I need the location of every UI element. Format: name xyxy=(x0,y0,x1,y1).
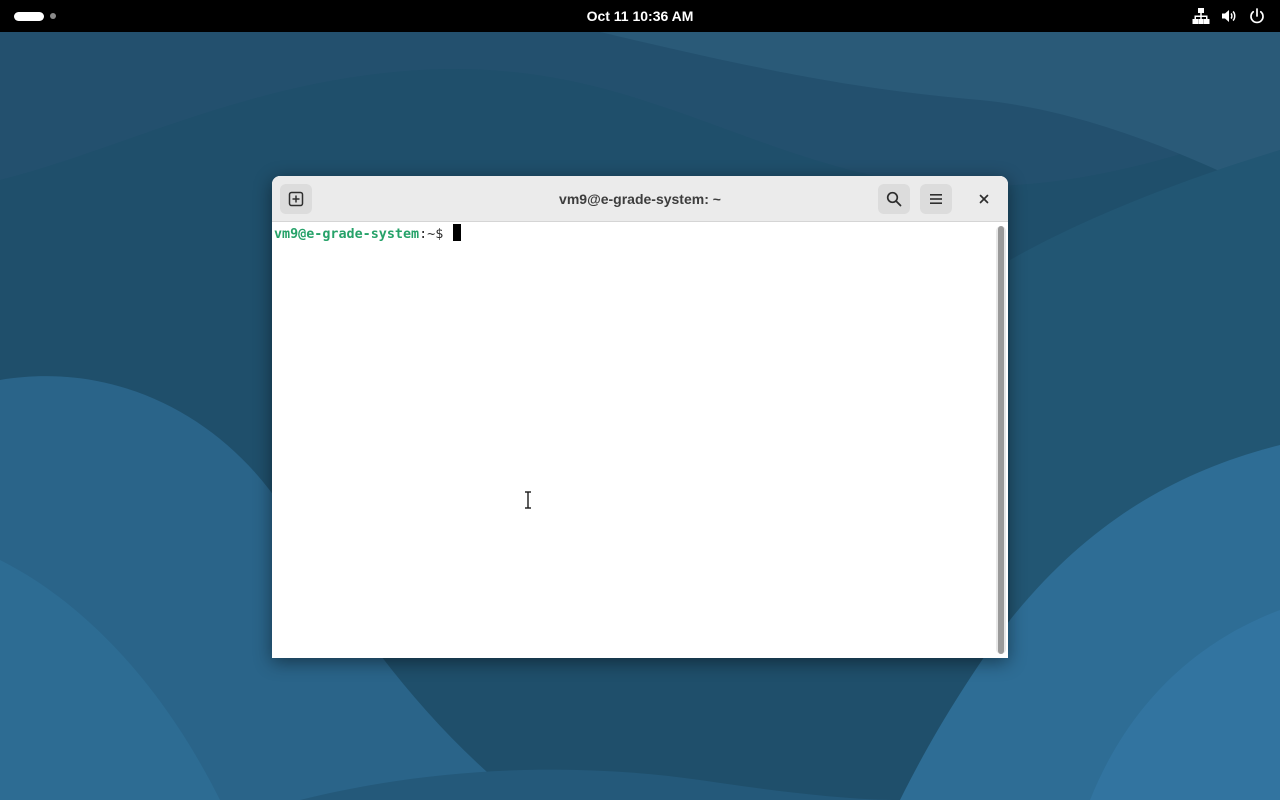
prompt-line: vm9@e-grade-system:~$ xyxy=(274,224,462,244)
workspace-indicator-dot xyxy=(50,13,56,19)
window-headerbar[interactable]: vm9@e-grade-system: ~ xyxy=(272,176,1008,222)
close-icon xyxy=(979,194,989,204)
prompt-user-host: vm9@e-grade-system xyxy=(274,227,420,242)
terminal-area[interactable]: vm9@e-grade-system:~$ xyxy=(272,222,1008,658)
new-tab-button[interactable] xyxy=(280,184,312,214)
workspace-indicator-active xyxy=(14,11,44,21)
top-bar: Oct 11 10:36 AM xyxy=(0,0,1280,32)
hamburger-menu-icon xyxy=(930,194,942,204)
window-title: vm9@e-grade-system: ~ xyxy=(559,191,721,207)
close-button[interactable] xyxy=(972,187,996,211)
main-menu-button[interactable] xyxy=(920,184,952,214)
search-icon xyxy=(886,191,902,207)
activities-button[interactable] xyxy=(14,11,56,21)
network-wired-icon[interactable] xyxy=(1192,7,1210,25)
scrollbar-thumb[interactable] xyxy=(998,226,1004,654)
terminal-window: vm9@e-grade-system: ~ vm9@e-grade-system… xyxy=(272,176,1008,658)
system-tray[interactable] xyxy=(1192,6,1266,26)
prompt-path: :~$ xyxy=(419,227,452,242)
text-cursor xyxy=(453,224,462,241)
scrollbar[interactable] xyxy=(996,226,1006,654)
new-tab-icon xyxy=(288,191,304,207)
volume-icon[interactable] xyxy=(1220,7,1238,25)
ibeam-cursor-icon xyxy=(523,490,533,510)
search-button[interactable] xyxy=(878,184,910,214)
power-icon[interactable] xyxy=(1248,7,1266,25)
clock[interactable]: Oct 11 10:36 AM xyxy=(587,8,694,24)
clock-area: Oct 11 10:36 AM xyxy=(0,0,1280,32)
desktop: Oct 11 10:36 AM vm9@e-grade-system: ~ vm… xyxy=(0,0,1280,800)
